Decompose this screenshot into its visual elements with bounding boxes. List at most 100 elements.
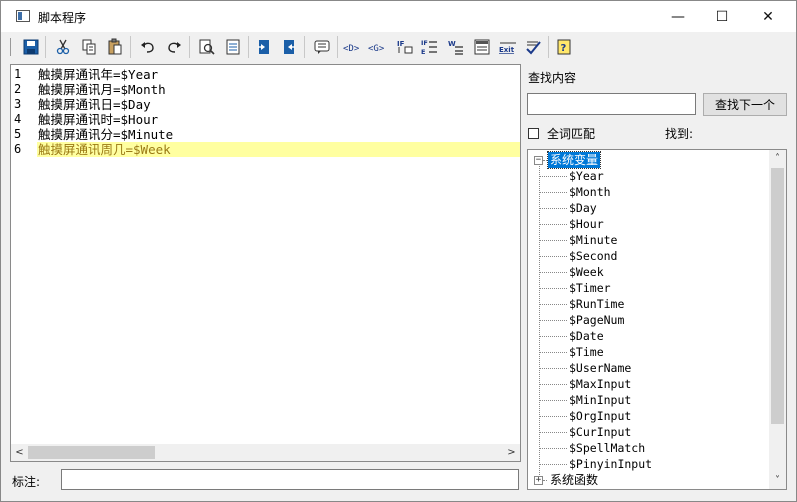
tree-root-system-variables[interactable]: − 系统变量 — [528, 151, 770, 169]
tree-item-label[interactable]: $Month — [569, 184, 611, 200]
exit-icon[interactable]: Exit — [497, 36, 519, 58]
window-title: 脚本程序 — [38, 11, 87, 25]
tree-item-label[interactable]: $PinyinInput — [569, 456, 652, 472]
indent-icon[interactable] — [253, 36, 275, 58]
code-line[interactable]: 2 触摸屏通讯月=$Month — [14, 82, 520, 97]
undo-icon[interactable] — [137, 36, 159, 58]
tree-item-label[interactable]: $SpellMatch — [569, 440, 645, 456]
tree-item-label[interactable]: $Date — [569, 328, 604, 344]
save-icon[interactable] — [20, 36, 42, 58]
code-line[interactable]: 5 触摸屏通讯分=$Minute — [14, 127, 520, 142]
comment-icon[interactable] — [311, 36, 333, 58]
search-input[interactable] — [527, 93, 696, 115]
horizontal-scrollbar[interactable]: < > — [11, 444, 520, 461]
tree-item-label[interactable]: $CurInput — [569, 424, 631, 440]
tree-item-label[interactable]: $PageNum — [569, 312, 624, 328]
line-number: 4 — [14, 112, 22, 126]
tree-guide-line — [540, 320, 567, 321]
tree-item-label[interactable]: $MinInput — [569, 392, 631, 408]
collapse-icon[interactable]: − — [534, 156, 543, 165]
code-area[interactable]: 1 触摸屏通讯年=$Year 2 触摸屏通讯月=$Month 3 触摸屏通讯日=$Da… — [14, 67, 520, 157]
scrollbar-thumb[interactable] — [28, 446, 155, 459]
scroll-right-arrow[interactable]: > — [503, 444, 520, 461]
help-icon[interactable]: ? — [553, 36, 575, 58]
if-else-icon[interactable]: IF E — [419, 36, 441, 58]
tree-item-label[interactable]: $Minute — [569, 232, 617, 248]
scrollbar-thumb[interactable] — [771, 168, 784, 424]
tree-item-label[interactable]: $OrgInput — [569, 408, 631, 424]
tree-item[interactable]: $Day — [528, 200, 770, 216]
tree-item-label[interactable]: $Hour — [569, 216, 604, 232]
tree-item[interactable]: $UserName — [528, 360, 770, 376]
svg-text:<D>: <D> — [343, 44, 360, 54]
tree-item-label[interactable]: $UserName — [569, 360, 631, 376]
tree-item-label[interactable]: $RunTime — [569, 296, 624, 312]
scroll-down-arrow[interactable]: ˅ — [769, 472, 786, 489]
tree-item[interactable]: $RunTime — [528, 296, 770, 312]
minimize-button[interactable]: — — [655, 1, 701, 32]
tree-item-label[interactable]: $Second — [569, 248, 617, 264]
tree-item[interactable]: $MaxInput — [528, 376, 770, 392]
code-line[interactable]: 4 触摸屏通讯时=$Hour — [14, 112, 520, 127]
g-tag-icon[interactable]: <G> — [367, 36, 391, 58]
tree-item-label[interactable]: $Timer — [569, 280, 611, 296]
tree-item[interactable]: $Month — [528, 184, 770, 200]
tree-root-label[interactable]: 系统函数 — [548, 472, 600, 488]
svg-text:IF: IF — [397, 40, 405, 48]
vertical-scrollbar[interactable]: ˄ ˅ — [769, 150, 786, 489]
tree-item-label[interactable]: $MaxInput — [569, 376, 631, 392]
paste-icon[interactable] — [104, 36, 126, 58]
find-next-button[interactable]: 查找下一个 — [703, 93, 787, 116]
copy-icon[interactable] — [78, 36, 100, 58]
tree-item[interactable]: $Second — [528, 248, 770, 264]
tree-item[interactable]: $MinInput — [528, 392, 770, 408]
preview-icon[interactable] — [196, 36, 218, 58]
scroll-left-arrow[interactable]: < — [11, 444, 28, 461]
note-input[interactable] — [61, 469, 519, 490]
script-editor[interactable]: 1 触摸屏通讯年=$Year 2 触摸屏通讯月=$Month 3 触摸屏通讯日=$Da… — [10, 64, 521, 462]
tree-item-label[interactable]: $Week — [569, 264, 604, 280]
svg-text:<G>: <G> — [368, 44, 385, 54]
tree-item[interactable]: $SpellMatch — [528, 440, 770, 456]
current-code-line[interactable]: 6 触摸屏通讯周几=$Week — [14, 142, 520, 157]
cut-icon[interactable] — [52, 36, 74, 58]
code-line[interactable]: 3 触摸屏通讯日=$Day — [14, 97, 520, 112]
tree-item[interactable]: $PageNum — [528, 312, 770, 328]
tree-root-label[interactable]: 系统变量 — [546, 151, 602, 169]
tree-item[interactable]: $Year — [528, 168, 770, 184]
tree-item[interactable]: $Minute — [528, 232, 770, 248]
tree-item[interactable]: $PinyinInput — [528, 456, 770, 472]
tree-item[interactable]: $Time — [528, 344, 770, 360]
while-icon[interactable]: W — [445, 36, 467, 58]
whole-word-checkbox[interactable]: 全词匹配 — [528, 125, 595, 142]
scroll-up-arrow[interactable]: ˄ — [769, 150, 786, 167]
line-text: 触摸屏通讯年=$Year — [38, 67, 159, 82]
if-icon[interactable]: IF — [394, 36, 416, 58]
expand-icon[interactable]: + — [534, 476, 543, 485]
variable-tree[interactable]: − 系统变量 $Year $Month $Day $Hour $Minute $Secon… — [527, 149, 787, 490]
line-text: 触摸屏通讯周几=$Week — [38, 142, 171, 157]
tree-item-label[interactable]: $Day — [569, 200, 597, 216]
redo-icon[interactable] — [163, 36, 185, 58]
tree-guide-line — [540, 224, 567, 225]
maximize-button[interactable]: ☐ — [699, 1, 745, 32]
tree-item[interactable]: $Hour — [528, 216, 770, 232]
tree-item[interactable]: $Date — [528, 328, 770, 344]
tree-item-label[interactable]: $Time — [569, 344, 604, 360]
document-icon[interactable] — [222, 36, 244, 58]
toolbar-grip[interactable] — [10, 38, 11, 56]
tree-root-system-functions[interactable]: + 系统函数 — [528, 472, 770, 488]
tree-item-label[interactable]: $Year — [569, 168, 604, 184]
tree-item[interactable]: $Timer — [528, 280, 770, 296]
list-icon[interactable] — [471, 36, 493, 58]
tree-item[interactable]: $Week — [528, 264, 770, 280]
tree-item[interactable]: $OrgInput — [528, 408, 770, 424]
checkbox-box[interactable] — [528, 128, 539, 139]
tree-guide-line — [540, 240, 567, 241]
check-icon[interactable] — [522, 36, 544, 58]
tree-item[interactable]: $CurInput — [528, 424, 770, 440]
outdent-icon[interactable] — [278, 36, 300, 58]
code-line[interactable]: 1 触摸屏通讯年=$Year — [14, 67, 520, 82]
close-button[interactable]: ✕ — [745, 1, 791, 32]
d-tag-icon[interactable]: <D> — [342, 36, 366, 58]
